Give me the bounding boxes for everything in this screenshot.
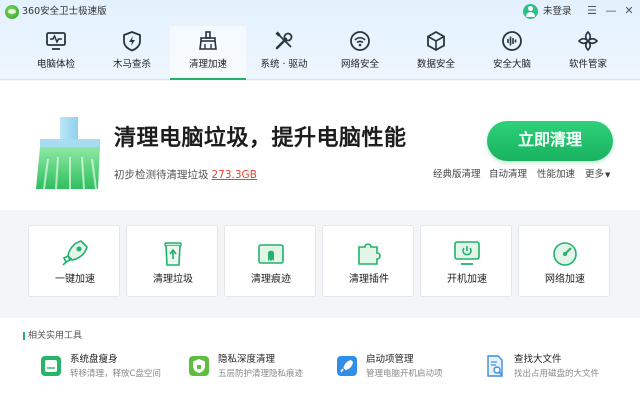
nav-label: 软件管家 (568, 59, 607, 70)
clean-now-button[interactable]: 立即清理 (487, 121, 613, 161)
user-avatar-icon[interactable] (523, 4, 538, 19)
nav-tab-data-security[interactable]: 数据安全 (398, 26, 474, 80)
junk-size-link[interactable]: 273.3GB (212, 169, 257, 181)
nav-label: 数据安全 (416, 59, 455, 70)
more-link[interactable]: 更多▼ (585, 168, 610, 182)
related-name: 隐私深度清理 (218, 354, 276, 365)
nav-label: 清理加速 (188, 59, 227, 70)
recycle-bin-icon (164, 242, 182, 266)
broom-icon (199, 31, 217, 50)
rocket-icon (62, 240, 88, 266)
auto-clean-link[interactable]: 自动清理 (489, 168, 527, 182)
power-monitor-icon (454, 241, 480, 265)
tool-label: 网络加速 (545, 274, 585, 285)
tool-label: 开机加速 (447, 274, 487, 285)
tool-label: 一键加速 (55, 274, 95, 285)
disk-icon (41, 356, 61, 376)
tool-label: 清理垃圾 (153, 274, 193, 285)
ghost-folder-icon (258, 244, 284, 264)
nav-tab-system-driver[interactable]: 系统 · 驱动 (246, 26, 322, 80)
tool-boot-speedup[interactable]: 开机加速 (420, 225, 512, 297)
tool-clean-plugins[interactable]: 清理插件 (322, 225, 414, 297)
menu-icon[interactable]: ☰ (584, 3, 600, 19)
related-name: 查找大文件 (514, 354, 562, 365)
related-desc: 管理电脑开机启动项 (366, 369, 443, 379)
tools-icon (275, 31, 293, 50)
title-bar: 360安全卫士极速版 未登录 ☰ — ✕ (0, 0, 640, 24)
nav-label: 网络安全 (340, 59, 379, 70)
hero-subline: 初步检测待清理垃圾 273.3GB (114, 168, 257, 182)
related-startup-manager[interactable]: 启动项管理 管理电脑开机启动项 (336, 354, 476, 384)
close-icon[interactable]: ✕ (621, 3, 637, 19)
tool-grid: 一键加速 清理垃圾 清理痕迹 清理插件 开机加速 网络加速 (28, 225, 613, 297)
nav-tab-trojan-scan[interactable]: 木马查杀 (94, 26, 170, 80)
related-tools-title: 相关实用工具 (22, 331, 83, 341)
monitor-pulse-icon (46, 32, 66, 50)
related-desc: 找出占用磁盘的大文件 (514, 369, 600, 379)
nav-tab-network-security[interactable]: 网络安全 (322, 26, 398, 80)
classic-clean-link[interactable]: 经典版清理 (433, 168, 481, 182)
tool-label: 清理插件 (349, 274, 389, 285)
main-nav: 电脑体检 木马查杀 清理加速 系统 · 驱动 网络安全 数据安全 安全大脑 软件… (18, 26, 626, 80)
speedometer-icon (553, 242, 577, 266)
login-status[interactable]: 未登录 (543, 6, 572, 18)
nav-label: 电脑体检 (36, 59, 75, 70)
app-title: 360安全卫士极速版 (22, 6, 107, 17)
clean-hero-panel: 清理电脑垃圾，提升电脑性能 初步检测待清理垃圾 273.3GB 立即清理 经典版清… (0, 81, 640, 210)
related-desc: 转移清理，释放C盘空间 (70, 369, 161, 379)
wifi-icon (350, 31, 370, 51)
cube-icon (427, 30, 445, 52)
privacy-shield-icon (189, 356, 209, 376)
broom-illustration-icon (36, 117, 100, 189)
tool-network-speedup[interactable]: 网络加速 (518, 225, 610, 297)
top-bar: 360安全卫士极速版 未登录 ☰ — ✕ 电脑体检 木马查杀 清理加速 系统 ·… (0, 0, 640, 80)
brain-wave-icon (502, 31, 522, 51)
nav-tab-clean-speedup[interactable]: 清理加速 (170, 26, 246, 80)
related-tools-panel: 相关实用工具 系统盘瘦身 转移清理，释放C盘空间 隐私深度清理 五层防护清理隐私… (0, 318, 640, 403)
nav-label: 安全大脑 (492, 59, 531, 70)
tool-clean-traces[interactable]: 清理痕迹 (224, 225, 316, 297)
nav-label: 木马查杀 (112, 59, 151, 70)
related-find-large-files[interactable]: 查找大文件 找出占用磁盘的大文件 (484, 354, 624, 384)
shield-bolt-icon (123, 31, 141, 52)
nav-tab-pc-checkup[interactable]: 电脑体检 (18, 26, 94, 80)
related-privacy-clean[interactable]: 隐私深度清理 五层防护清理隐私痕迹 (188, 354, 328, 384)
puzzle-icon (358, 243, 381, 265)
flower-grid-icon (577, 30, 599, 52)
junk-detected-label: 初步检测待清理垃圾 (114, 169, 209, 181)
nav-tab-security-brain[interactable]: 安全大脑 (474, 26, 550, 80)
nav-label: 系统 · 驱动 (260, 59, 308, 70)
hero-headline: 清理电脑垃圾，提升电脑性能 (114, 126, 407, 151)
related-name: 启动项管理 (366, 354, 414, 365)
file-search-icon (487, 355, 503, 377)
more-label: 更多 (585, 169, 605, 180)
app-logo-icon (5, 5, 19, 19)
tool-label: 清理痕迹 (251, 274, 291, 285)
nav-tab-software-manager[interactable]: 软件管家 (550, 26, 626, 80)
tool-clean-junk[interactable]: 清理垃圾 (126, 225, 218, 297)
related-disk-slimming[interactable]: 系统盘瘦身 转移清理，释放C盘空间 (40, 354, 180, 384)
rocket-manage-icon (337, 356, 357, 376)
tool-one-click-speedup[interactable]: 一键加速 (28, 225, 120, 297)
chevron-down-icon: ▼ (605, 171, 611, 179)
performance-boost-link[interactable]: 性能加速 (537, 168, 575, 182)
minimize-icon[interactable]: — (603, 3, 619, 19)
related-name: 系统盘瘦身 (70, 354, 118, 365)
related-desc: 五层防护清理隐私痕迹 (218, 369, 304, 379)
